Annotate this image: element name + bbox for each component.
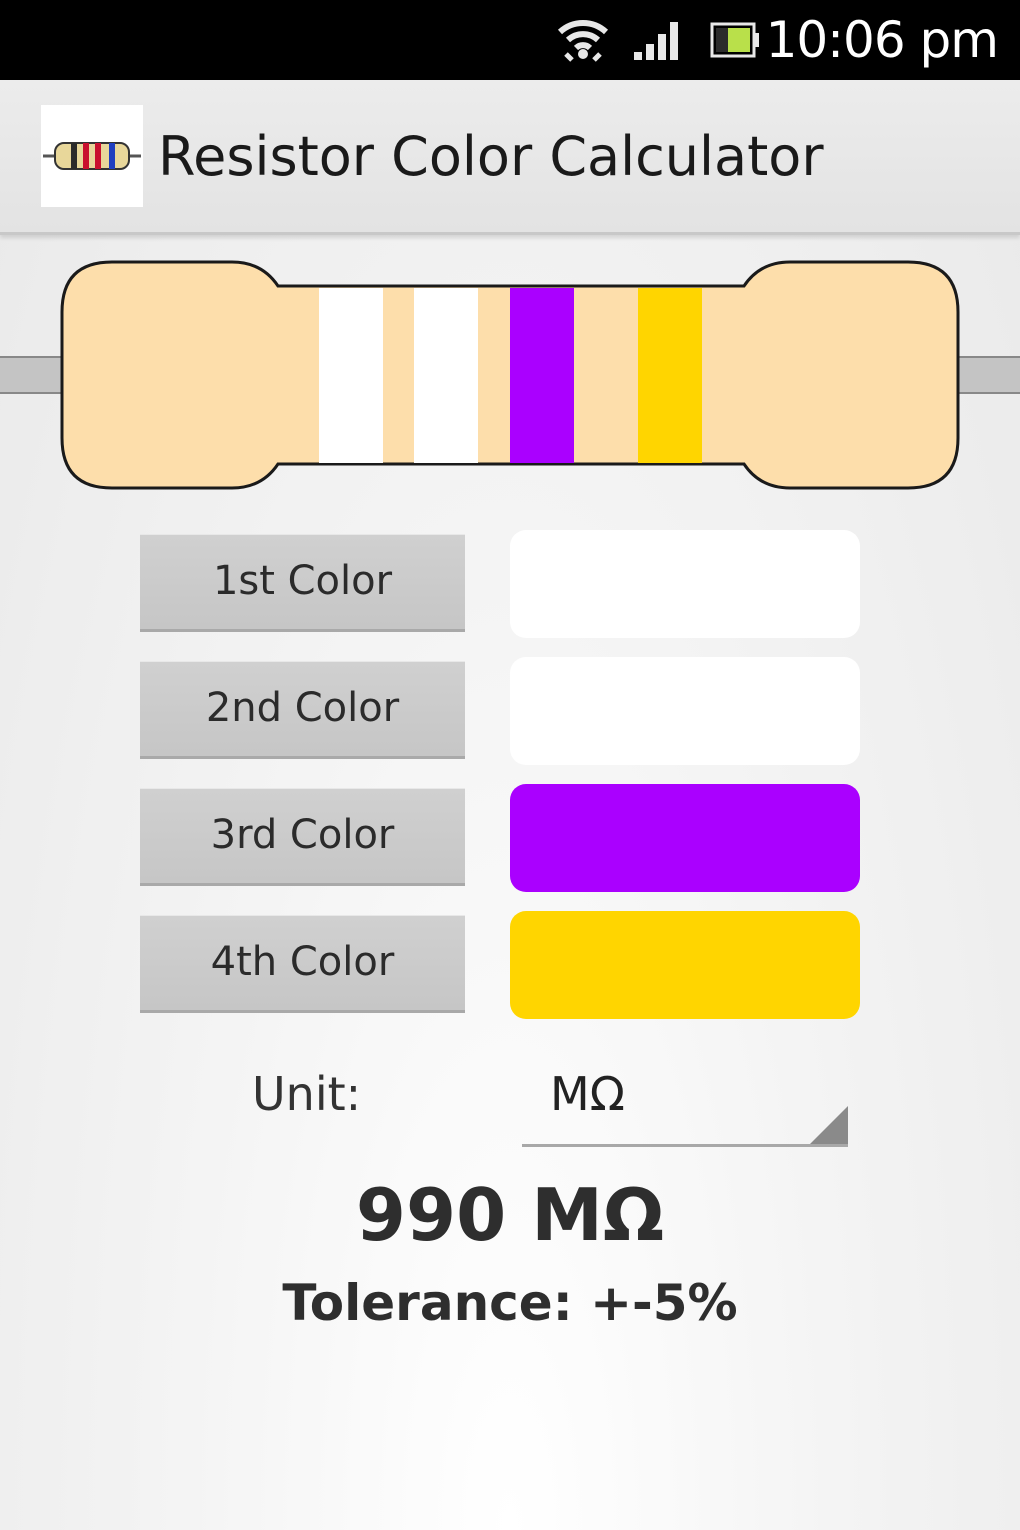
second-color-swatch bbox=[510, 657, 860, 765]
unit-value: MΩ bbox=[550, 1067, 625, 1121]
status-bar: 10:06 pm bbox=[0, 0, 1020, 80]
battery-icon bbox=[710, 22, 759, 58]
fourth-color-button[interactable]: 4th Color bbox=[140, 915, 465, 1013]
color-row-2: 2nd Color bbox=[0, 657, 1020, 767]
third-color-swatch bbox=[510, 784, 860, 892]
third-color-button[interactable]: 3rd Color bbox=[140, 788, 465, 886]
resistor-lead-left bbox=[0, 358, 70, 392]
resistor-lead-right bbox=[952, 358, 1020, 392]
resistance-value: 990 MΩ bbox=[355, 1173, 665, 1257]
resistor-band-1 bbox=[319, 288, 383, 463]
action-bar: Resistor Color Calculator bbox=[0, 80, 1020, 235]
color-row-4: 4th Color bbox=[0, 911, 1020, 1021]
fourth-color-swatch bbox=[510, 911, 860, 1019]
page-title: Resistor Color Calculator bbox=[158, 125, 824, 188]
unit-label: Unit: bbox=[252, 1067, 362, 1121]
status-time: 10:06 pm bbox=[765, 11, 999, 69]
resistor-app-icon[interactable] bbox=[41, 105, 143, 207]
resistor-band-2 bbox=[414, 288, 478, 463]
second-color-button[interactable]: 2nd Color bbox=[140, 661, 465, 759]
spinner-triangle-icon bbox=[810, 1106, 848, 1144]
tolerance-value: Tolerance: +-5% bbox=[282, 1274, 738, 1332]
first-color-button[interactable]: 1st Color bbox=[140, 534, 465, 632]
resistor-band-4 bbox=[638, 288, 702, 463]
resistor-band-3 bbox=[510, 288, 574, 463]
wifi-icon bbox=[557, 20, 609, 62]
color-row-1: 1st Color bbox=[0, 530, 1020, 640]
unit-spinner[interactable]: MΩ bbox=[522, 1060, 848, 1147]
resistor-diagram bbox=[0, 260, 1020, 490]
color-row-3: 3rd Color bbox=[0, 784, 1020, 894]
first-color-swatch bbox=[510, 530, 860, 638]
signal-icon bbox=[634, 22, 678, 60]
